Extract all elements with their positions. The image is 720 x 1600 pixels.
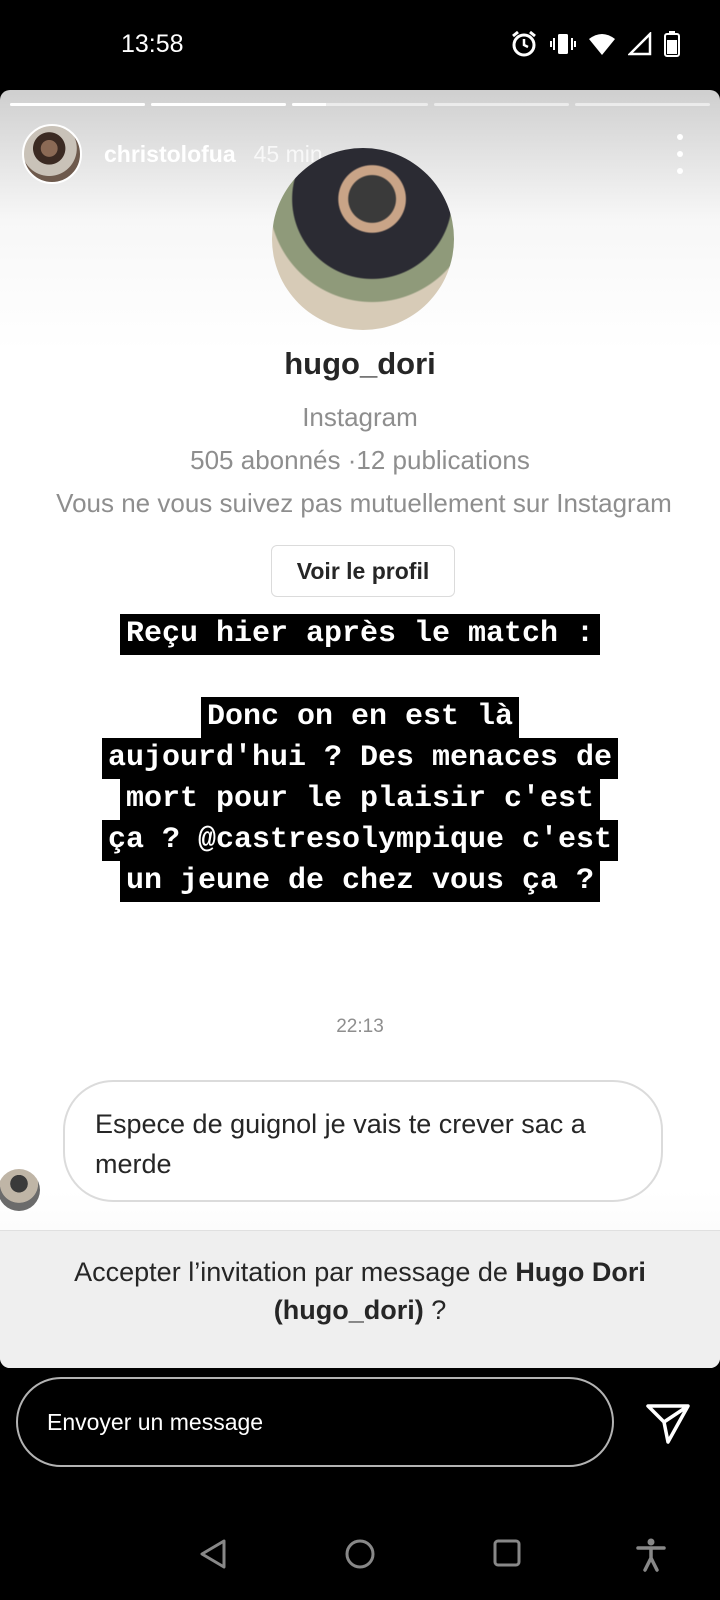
progress-segment [292,103,428,106]
message-bubble: Espece de guignol je vais te crever sac … [63,1080,663,1202]
story-progress [10,103,711,106]
overlay-line: aujourd'hui ? Des menaces de [101,738,619,779]
alarm-icon [512,30,536,57]
sender-avatar [0,1169,40,1211]
progress-segment [433,103,569,106]
nav-back-icon[interactable] [198,1538,228,1575]
overlay-line: Reçu hier après le match : [119,614,601,655]
progress-segment [574,103,711,106]
accept-invitation-bar: Accepter l’invitation par message de Hug… [0,1230,720,1368]
nav-recents-icon[interactable] [492,1538,522,1573]
message-timestamp: 22:13 [336,1016,384,1037]
profile-username: hugo_dori [284,346,436,381]
story-author-username[interactable]: christolofua [104,141,236,168]
overlay-line: Donc on en est là [200,697,520,738]
accessibility-icon[interactable] [636,1538,666,1577]
vibrate-icon [550,34,576,54]
signal-icon [628,32,652,56]
accept-name: Hugo Dori [515,1257,646,1287]
navigation-bar [0,1520,720,1600]
progress-segment [10,103,146,106]
wifi-icon [589,34,615,55]
overlay-caption-title: Reçu hier après le match : [0,614,720,655]
battery-icon [664,31,680,57]
overlay-line: un jeune de chez vous ça ? [119,861,601,902]
profile-picture [272,148,454,330]
overlay-caption-body: Donc on en est là aujourd'hui ? Des mena… [0,697,720,902]
status-icons [510,30,680,58]
message-input[interactable]: Envoyer un message [16,1377,614,1467]
story-card[interactable]: christolofua 45 min. hugo_dori Instagram… [0,90,720,1368]
more-icon[interactable] [670,134,690,174]
accept-suffix: ? [423,1295,447,1325]
send-icon[interactable] [644,1398,692,1446]
overlay-line: ça ? @castresolympique c'est [101,820,619,861]
mutual-follow-text: Vous ne vous suivez pas mutuellement sur… [56,488,672,518]
status-bar: 13:58 [0,0,720,90]
overlay-line: mort pour le plaisir c'est [119,779,601,820]
status-time: 13:58 [121,30,184,58]
profile-stats: 505 abonnés ·12 publications [190,445,530,475]
accept-invitation-text: Accepter l’invitation par message de Hug… [0,1253,720,1329]
progress-segment [151,103,287,106]
nav-home-icon[interactable] [344,1538,376,1575]
profile-platform: Instagram [302,402,418,432]
accept-prefix: Accepter l’invitation par message de [74,1257,516,1287]
view-profile-button[interactable]: Voir le profil [271,545,455,597]
story-author-avatar[interactable] [22,124,82,184]
accept-handle: (hugo_dori) [273,1295,424,1325]
screen: 13:58 christolofua 45 min. hugo_dori Ins… [0,0,720,1600]
